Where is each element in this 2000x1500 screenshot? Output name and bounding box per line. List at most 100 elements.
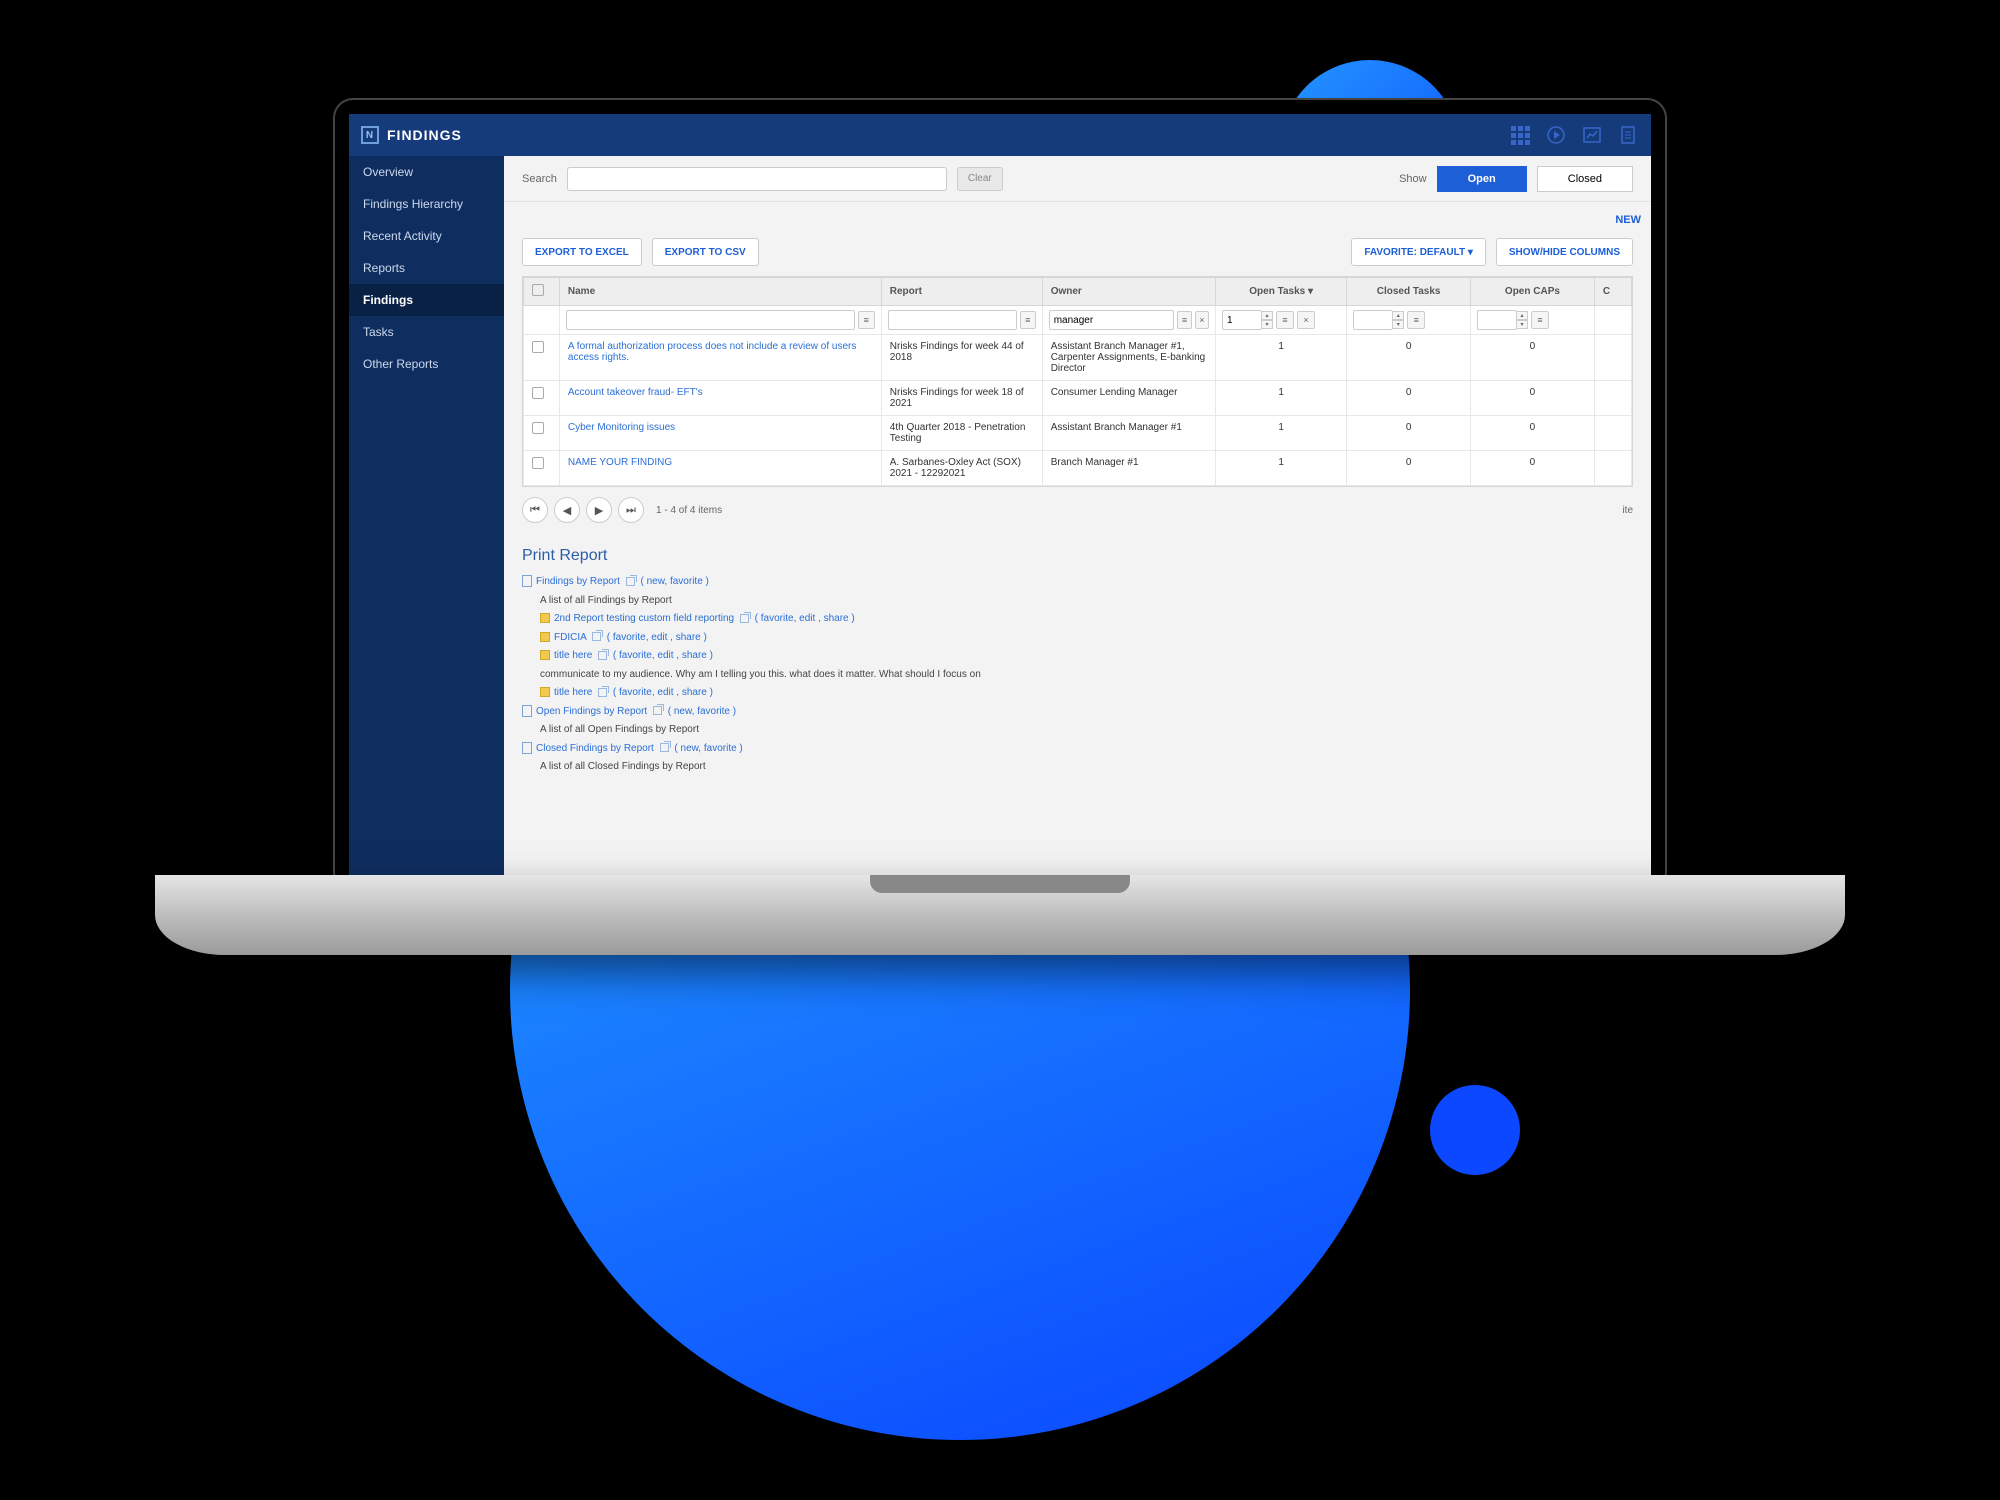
report-actions[interactable]: ( new, favorite ) <box>674 743 742 754</box>
cell-owner: Assistant Branch Manager #1, Carpenter A… <box>1042 335 1215 381</box>
row-checkbox[interactable] <box>532 457 544 469</box>
external-icon[interactable] <box>660 743 669 752</box>
child-report-link[interactable]: title here <box>554 687 592 698</box>
child-report-link[interactable]: title here <box>554 650 592 661</box>
child-actions[interactable]: ( favorite, edit , share ) <box>613 687 713 698</box>
cell-owner: Branch Manager #1 <box>1042 451 1215 486</box>
page-prev[interactable]: ◀ <box>554 497 580 523</box>
page-last[interactable]: ⏭ <box>618 497 644 523</box>
export-csv-button[interactable]: EXPORT TO CSV <box>652 238 759 266</box>
finding-link[interactable]: Account takeover fraud- EFT's <box>568 387 703 398</box>
filter-opentasks-op[interactable]: ≡ <box>1276 311 1294 329</box>
finding-link[interactable]: A formal authorization process does not … <box>568 341 857 363</box>
col-name[interactable]: Name <box>559 278 881 306</box>
row-checkbox[interactable] <box>532 387 544 399</box>
columns-button[interactable]: SHOW/HIDE COLUMNS <box>1496 238 1633 266</box>
laptop-screen: N FINDINGS Overview Findings Hierarchy R… <box>335 100 1665 890</box>
sidebar-item-recent[interactable]: Recent Activity <box>349 220 504 252</box>
tab-closed[interactable]: Closed <box>1537 166 1633 192</box>
filter-closedtasks-op[interactable]: ≡ <box>1407 311 1425 329</box>
table-row: A formal authorization process does not … <box>524 335 1632 381</box>
export-excel-button[interactable]: EXPORT TO EXCEL <box>522 238 642 266</box>
report-link[interactable]: Open Findings by Report <box>536 706 647 717</box>
filter-report[interactable] <box>888 310 1017 330</box>
child-report-link[interactable]: FDICIA <box>554 632 586 643</box>
col-owner[interactable]: Owner <box>1042 278 1215 306</box>
child-report-link[interactable]: 2nd Report testing custom field reportin… <box>554 613 734 624</box>
cell-open: 1 <box>1216 416 1347 451</box>
print-report-title: Print Report <box>504 533 1651 573</box>
apps-icon[interactable] <box>1509 124 1531 146</box>
cell-owner: Consumer Lending Manager <box>1042 381 1215 416</box>
col-opencaps[interactable]: Open CAPs <box>1471 278 1595 306</box>
sidebar-item-hierarchy[interactable]: Findings Hierarchy <box>349 188 504 220</box>
report-link[interactable]: Findings by Report <box>536 576 620 587</box>
page-first[interactable]: ⏮ <box>522 497 548 523</box>
col-report[interactable]: Report <box>881 278 1042 306</box>
filter-opentasks[interactable] <box>1222 310 1262 330</box>
opentasks-stepper[interactable]: ▴▾ <box>1261 311 1273 329</box>
closedtasks-stepper[interactable]: ▴▾ <box>1392 311 1404 329</box>
report-actions[interactable]: ( new, favorite ) <box>641 576 709 587</box>
sidebar-item-other[interactable]: Other Reports <box>349 348 504 380</box>
row-checkbox[interactable] <box>532 422 544 434</box>
child-actions[interactable]: ( favorite, edit , share ) <box>755 613 855 624</box>
report-link[interactable]: Closed Findings by Report <box>536 743 654 754</box>
child-actions[interactable]: ( favorite, edit , share ) <box>613 650 713 661</box>
filter-name[interactable] <box>566 310 855 330</box>
favorite-button[interactable]: FAVORITE: DEFAULT ▾ <box>1351 238 1486 266</box>
filter-owner-clear[interactable]: × <box>1195 311 1209 329</box>
row-checkbox[interactable] <box>532 341 544 353</box>
filter-opencaps[interactable] <box>1477 310 1517 330</box>
report-actions[interactable]: ( new, favorite ) <box>668 706 736 717</box>
external-icon[interactable] <box>598 651 607 660</box>
external-icon[interactable] <box>740 614 749 623</box>
table-row: Account takeover fraud- EFT's Nrisks Fin… <box>524 381 1632 416</box>
filter-owner-op[interactable]: ≡ <box>1177 311 1191 329</box>
tab-open[interactable]: Open <box>1437 166 1527 192</box>
cell-open: 1 <box>1216 451 1347 486</box>
cell-closed: 0 <box>1347 381 1471 416</box>
filter-name-op[interactable]: ≡ <box>858 311 875 329</box>
new-button[interactable]: NEW <box>1605 208 1651 232</box>
external-icon[interactable] <box>653 706 662 715</box>
sidebar-item-tasks[interactable]: Tasks <box>349 316 504 348</box>
external-icon[interactable] <box>626 577 635 586</box>
external-icon[interactable] <box>598 688 607 697</box>
cell-open: 1 <box>1216 335 1347 381</box>
child-actions[interactable]: ( favorite, edit , share ) <box>607 632 707 643</box>
filter-owner[interactable] <box>1049 310 1175 330</box>
chart-icon[interactable] <box>1581 124 1603 146</box>
page-next[interactable]: ▶ <box>586 497 612 523</box>
note-icon <box>540 650 550 660</box>
sidebar-item-overview[interactable]: Overview <box>349 156 504 188</box>
col-opentasks[interactable]: Open Tasks ▾ <box>1216 278 1347 306</box>
sidebar-item-reports[interactable]: Reports <box>349 252 504 284</box>
opencaps-stepper[interactable]: ▴▾ <box>1516 311 1528 329</box>
note-icon <box>540 613 550 623</box>
col-closedtasks[interactable]: Closed Tasks <box>1347 278 1471 306</box>
doc-icon[interactable] <box>1617 124 1639 146</box>
findings-table: Name Report Owner Open Tasks ▾ Closed Ta… <box>522 276 1633 487</box>
filter-opentasks-clear[interactable]: × <box>1297 311 1315 329</box>
clear-button[interactable]: Clear <box>957 167 1003 191</box>
cell-closed: 0 <box>1347 451 1471 486</box>
show-label: Show <box>1399 173 1427 185</box>
search-input[interactable] <box>567 167 947 191</box>
col-last[interactable]: C <box>1594 278 1631 306</box>
brand-title: FINDINGS <box>387 127 462 143</box>
sidebar-item-findings[interactable]: Findings <box>349 284 504 316</box>
filter-closedtasks[interactable] <box>1353 310 1393 330</box>
filter-report-op[interactable]: ≡ <box>1020 311 1036 329</box>
external-icon[interactable] <box>592 632 601 641</box>
play-icon[interactable] <box>1545 124 1567 146</box>
finding-link[interactable]: Cyber Monitoring issues <box>568 422 675 433</box>
finding-link[interactable]: NAME YOUR FINDING <box>568 457 672 468</box>
child-desc: communicate to my audience. Why am I tel… <box>540 666 1633 685</box>
filter-opencaps-op[interactable]: ≡ <box>1531 311 1549 329</box>
table-row: Cyber Monitoring issues 4th Quarter 2018… <box>524 416 1632 451</box>
cell-caps: 0 <box>1471 381 1595 416</box>
doc-icon <box>522 705 532 717</box>
select-all-checkbox[interactable] <box>532 284 544 296</box>
sidebar: Overview Findings Hierarchy Recent Activ… <box>349 156 504 876</box>
